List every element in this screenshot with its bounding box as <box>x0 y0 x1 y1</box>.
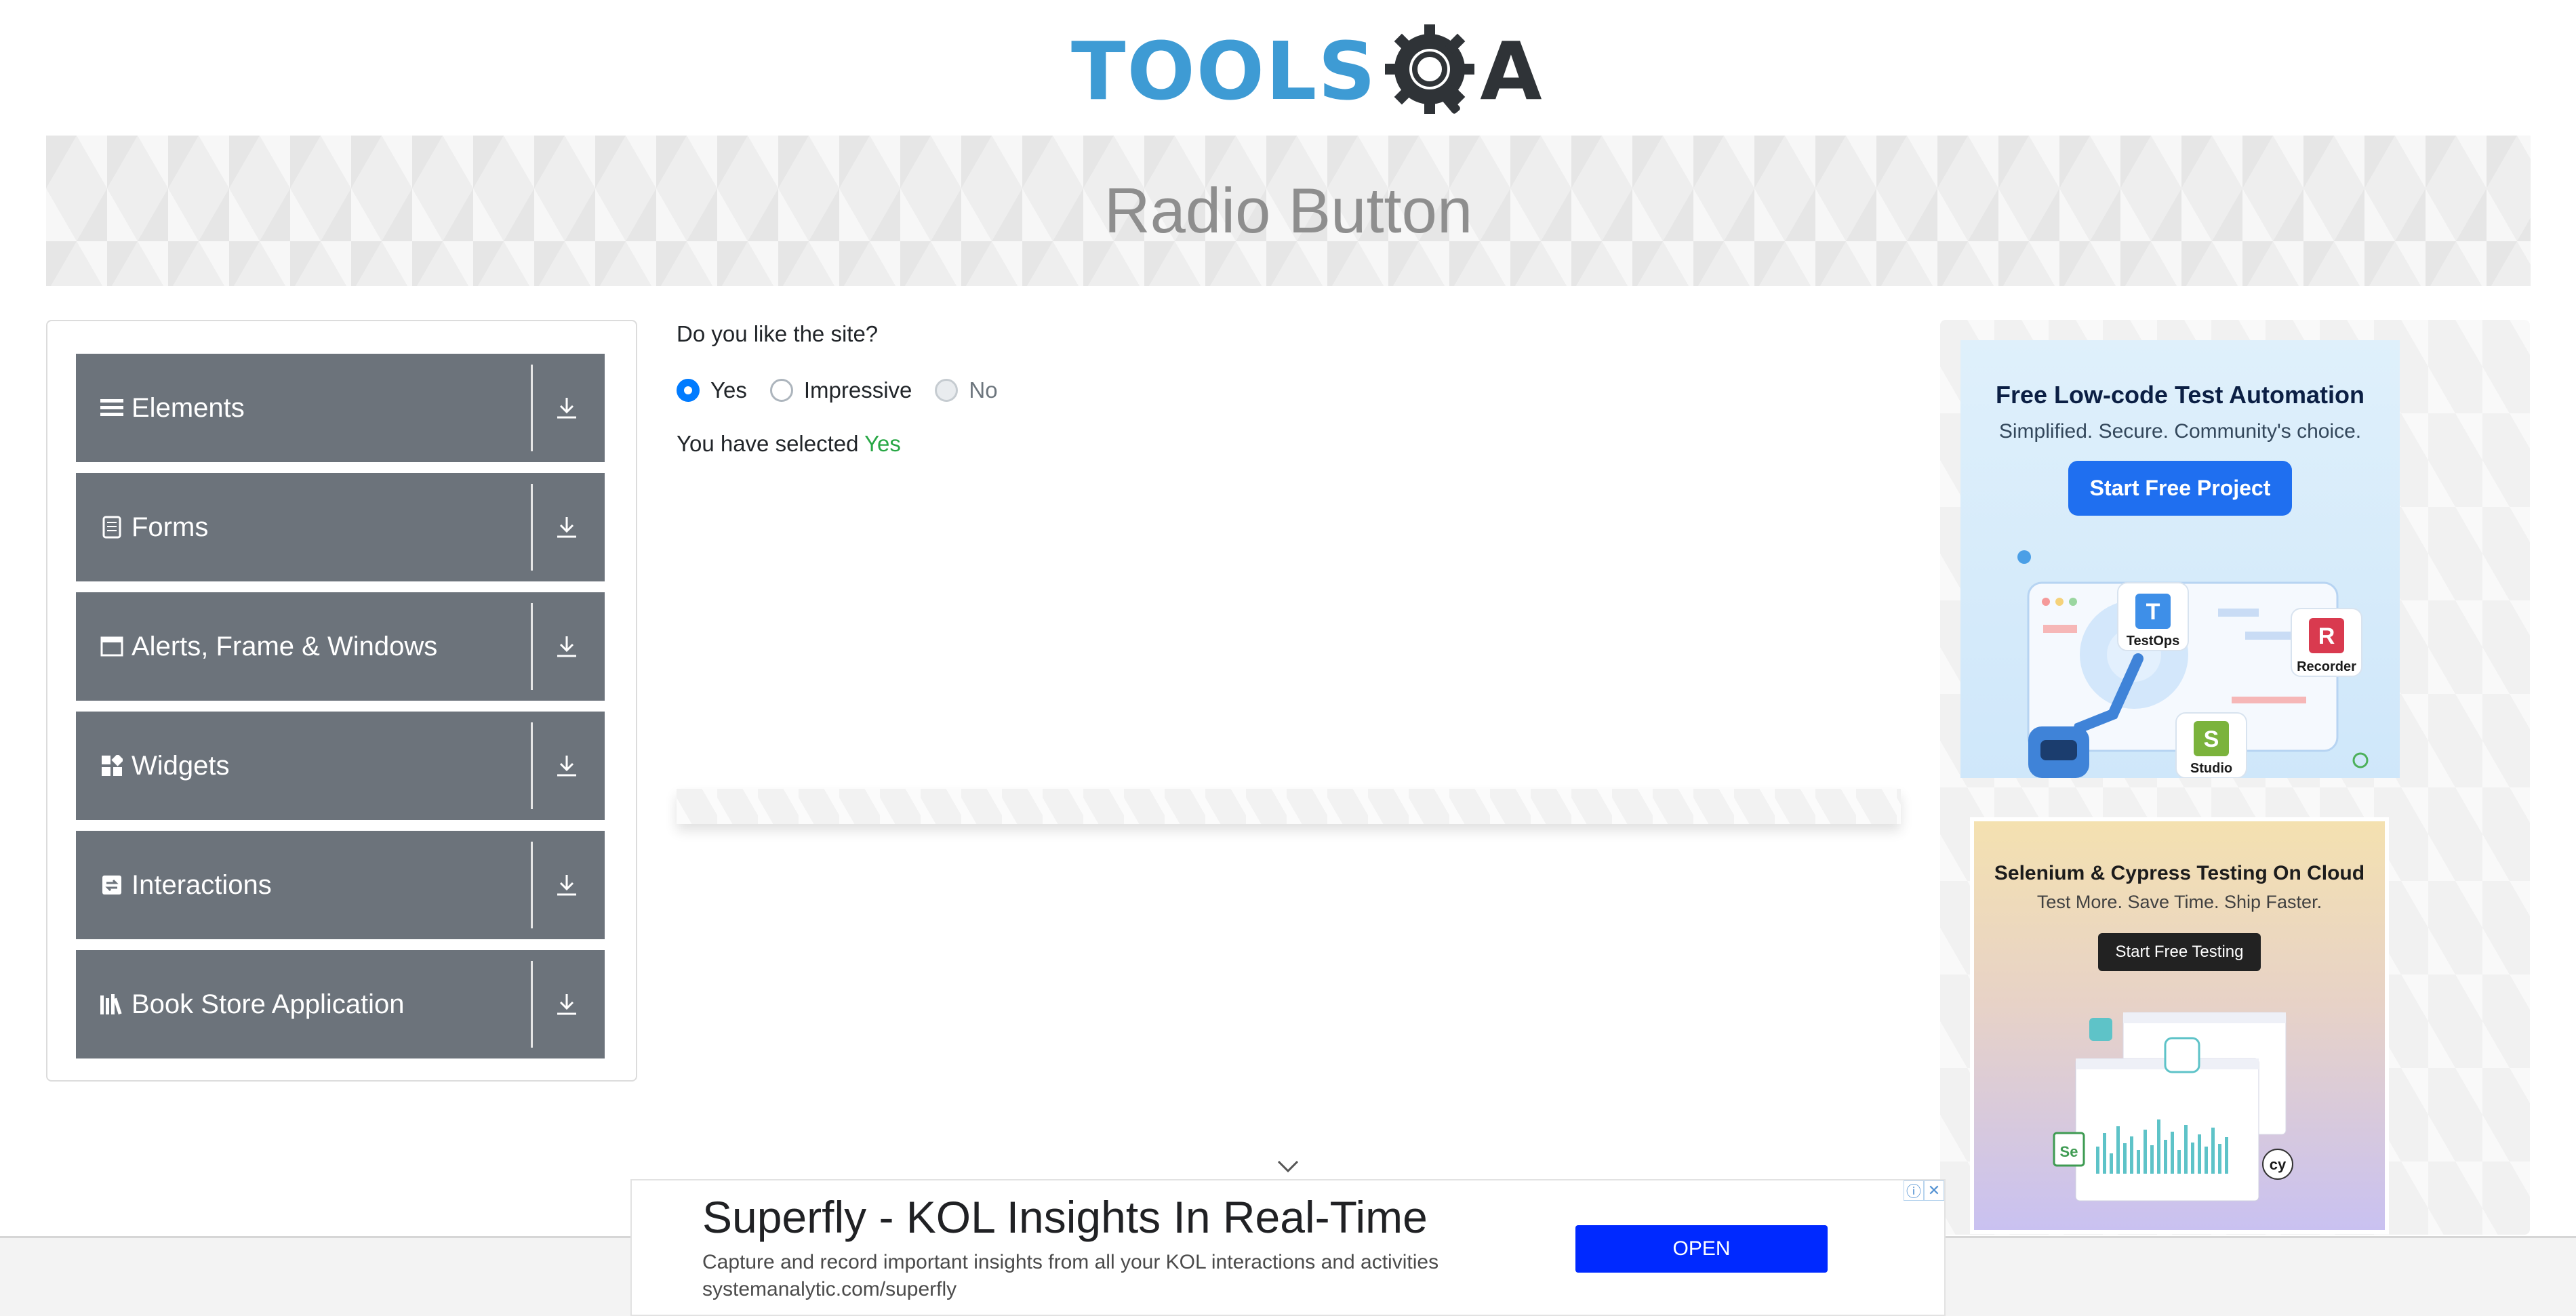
start-free-testing-button[interactable]: Start Free Testing <box>2097 933 2261 971</box>
download-icon[interactable] <box>553 752 580 779</box>
chevron-down-icon[interactable] <box>1276 1156 1300 1176</box>
ad-subtitle: Test More. Save Time. Ship Faster. <box>2036 892 2322 912</box>
sidebar-item-forms[interactable]: Forms <box>76 473 605 581</box>
testops-logo-letter: T <box>2146 599 2160 625</box>
ad-controls: ⓘ ✕ <box>1904 1180 1944 1201</box>
gear-magnifier-icon <box>1381 20 1483 122</box>
sidebar-item-label: Book Store Application <box>132 989 405 1019</box>
start-free-project-button[interactable]: Start Free Project <box>2068 461 2293 516</box>
divider <box>531 484 533 571</box>
divider <box>531 365 533 451</box>
selection-result: You have selected Yes <box>677 431 901 457</box>
open-button[interactable]: OPEN <box>1575 1225 1828 1273</box>
sidebar-item-interactions[interactable]: Interactions <box>76 831 605 939</box>
download-icon[interactable] <box>553 991 580 1018</box>
ad-subtitle: Simplified. Secure. Community's choice. <box>1998 420 2362 443</box>
radio-group: Yes Impressive No <box>677 377 1021 404</box>
lambdatest-ad[interactable]: Selenium & Cypress Testing On Cloud Test… <box>1970 817 2389 1234</box>
recorder-label: Recorder <box>2297 659 2356 674</box>
studio-label: Studio <box>2190 761 2232 776</box>
testops-label: TestOps <box>2127 634 2180 649</box>
katalon-ad[interactable]: Free Low-code Test Automation Simplified… <box>1960 340 2400 778</box>
divider <box>531 842 533 928</box>
cypress-logo-label: cy <box>2270 1156 2287 1173</box>
radio-label: No <box>969 377 998 403</box>
download-icon[interactable] <box>553 633 580 660</box>
interactions-icon <box>99 872 125 898</box>
sidebar-item-label: Forms <box>132 512 209 542</box>
sidebar-item-label: Widgets <box>132 750 230 781</box>
ad-title: Selenium & Cypress Testing On Cloud <box>1994 862 2365 884</box>
widgets-icon <box>99 753 125 779</box>
ad-url[interactable]: systemanalytic.com/superfly <box>702 1278 957 1301</box>
download-icon[interactable] <box>553 871 580 899</box>
dashboard-illustration: Se cy <box>2053 1012 2293 1201</box>
result-prefix: You have selected <box>677 431 859 456</box>
window-icon <box>99 634 125 659</box>
radio-label[interactable]: Impressive <box>804 377 912 403</box>
form-icon <box>99 514 125 540</box>
divider <box>531 722 533 809</box>
logo-text-a: A <box>1480 24 1542 118</box>
download-icon[interactable] <box>553 514 580 541</box>
ad-info-icon[interactable]: ⓘ <box>1904 1180 1924 1201</box>
books-icon <box>99 991 125 1017</box>
radio-impressive[interactable]: Impressive <box>769 377 912 403</box>
radio-yes[interactable]: Yes <box>677 377 747 403</box>
ad-headline[interactable]: Superfly - KOL Insights In Real-Time <box>702 1191 1428 1243</box>
page-title: Radio Button <box>1104 175 1473 246</box>
content-divider-strip <box>677 789 1901 824</box>
katalon-illustration: T TestOps R Recorder S Studio <box>2017 550 2369 778</box>
logo-text-tools: TOOLS <box>1071 24 1377 118</box>
sidebar-item-widgets[interactable]: Widgets <box>76 712 605 820</box>
divider <box>531 961 533 1048</box>
radio-circle <box>935 379 959 402</box>
radio-circle[interactable] <box>769 379 793 402</box>
result-value: Yes <box>864 431 901 456</box>
radio-no: No <box>935 377 998 403</box>
page-banner: Radio Button <box>46 136 2531 286</box>
selenium-logo-label: Se <box>2060 1143 2078 1160</box>
ad-title: Free Low-code Test Automation <box>1995 381 2365 409</box>
sidebar-item-elements[interactable]: Elements <box>76 354 605 462</box>
sidebar-item-label: Interactions <box>132 869 272 900</box>
close-icon[interactable]: ✕ <box>1924 1180 1944 1201</box>
sidebar-item-alerts-frame-windows[interactable]: Alerts, Frame & Windows <box>76 592 605 701</box>
sidebar-menu: Elements Forms Alerts, Frame & Windows W… <box>46 320 637 1082</box>
sidebar-item-book-store-application[interactable]: Book Store Application <box>76 950 605 1058</box>
download-icon[interactable] <box>553 394 580 421</box>
list-icon <box>99 395 125 421</box>
recorder-logo-letter: R <box>2318 623 2335 649</box>
sidebar-item-label: Alerts, Frame & Windows <box>132 631 438 661</box>
divider <box>531 603 533 690</box>
studio-logo-letter: S <box>2204 726 2219 752</box>
ad-description: Capture and record important insights fr… <box>702 1251 1439 1273</box>
radio-circle[interactable] <box>677 379 700 402</box>
question-text: Do you like the site? <box>677 321 879 346</box>
radio-label[interactable]: Yes <box>710 377 747 403</box>
sidebar-item-label: Elements <box>132 392 245 423</box>
bottom-banner-ad[interactable]: Superfly - KOL Insights In Real-Time Cap… <box>630 1179 1946 1316</box>
toolsqa-logo[interactable]: TOOLS A <box>1071 20 1542 122</box>
